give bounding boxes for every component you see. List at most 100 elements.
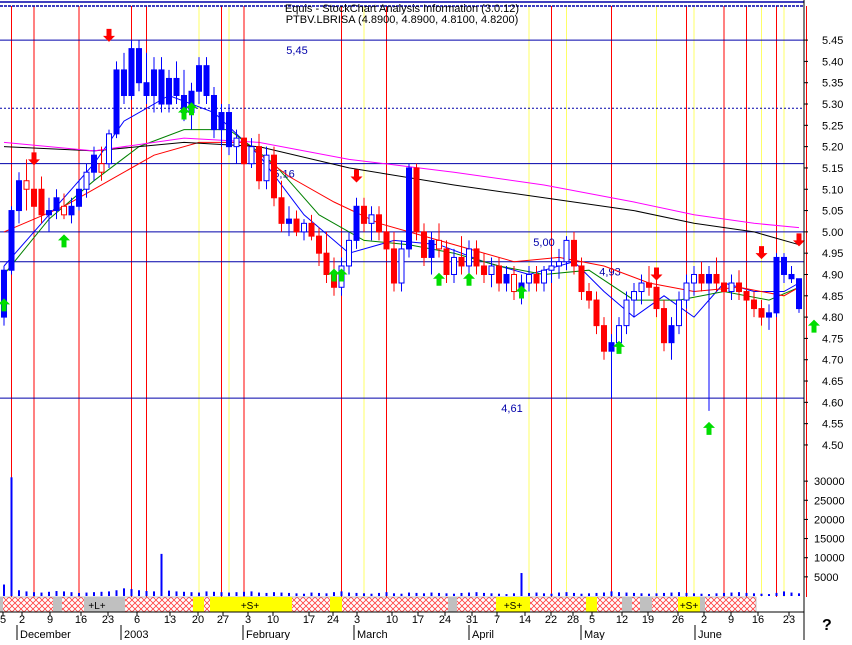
price-tick-label: 5.25 (822, 120, 843, 132)
candle-body (511, 273, 517, 293)
signal-band-gray (448, 597, 457, 612)
candle-body (721, 282, 727, 293)
candle-body (443, 248, 450, 275)
candle-body (451, 256, 457, 275)
candle-body (196, 65, 202, 92)
candle-body (128, 48, 135, 96)
candle-body (556, 261, 562, 267)
candle-body (38, 188, 45, 216)
date-tick-label: 22 (545, 614, 557, 626)
candle-body (248, 146, 255, 165)
candle-body (46, 210, 52, 216)
date-tick-label: 10 (386, 614, 398, 626)
help-button[interactable]: ? (822, 617, 832, 635)
chart-subtitle: PTBV.LBRISA (4.8900, 4.8900, 4.8100, 4.8… (285, 14, 519, 26)
candle-body (233, 137, 240, 148)
signal-band-gray (53, 597, 62, 612)
candle-body (601, 325, 607, 352)
candle-body (226, 112, 232, 148)
candle-body (173, 77, 180, 96)
candle-body (691, 273, 697, 284)
price-tick-label: 4.95 (822, 248, 843, 260)
date-tick-label: 16 (752, 614, 764, 626)
candle-body (293, 218, 300, 233)
candle-body (728, 282, 735, 293)
signal-band-gray (622, 597, 632, 612)
candle-body (586, 291, 592, 301)
candle-body (98, 163, 105, 173)
candle-body (758, 308, 765, 318)
date-tick-label: 24 (327, 614, 339, 626)
date-tick-label: 28 (567, 614, 579, 626)
price-tick-label: 4.80 (822, 312, 843, 324)
price-tick-label: 4.55 (822, 419, 843, 431)
candle-body (623, 299, 630, 327)
price-tick-label: 5.05 (822, 206, 843, 218)
candle-body (526, 273, 532, 284)
month-label: April (472, 629, 494, 640)
candle-body (616, 325, 622, 344)
date-tick-label: 31 (466, 614, 478, 626)
candle-body (788, 273, 795, 280)
signal-band-yellow (193, 597, 204, 612)
candle-body (308, 222, 315, 237)
candle-body (436, 239, 442, 250)
signal-band-gray (120, 597, 125, 612)
candle-body (668, 325, 675, 344)
candle-body (106, 133, 112, 165)
date-tick-label: 3 (245, 614, 251, 626)
candle-body (541, 269, 547, 284)
candle-body (781, 256, 787, 275)
candle-body (353, 205, 360, 241)
candle-body (166, 77, 172, 105)
level-label: 4,61 (501, 403, 522, 415)
date-tick-label: 3 (354, 614, 360, 626)
volume-tick-label: 15000 (814, 534, 845, 546)
date-tick-label: 16 (75, 614, 87, 626)
candle-body (653, 286, 660, 310)
candle-body (751, 299, 757, 310)
candle-body (488, 265, 495, 275)
candle-body (113, 69, 120, 135)
chart-canvas: 5,455,165,004,934,615.455.405.355.305.25… (0, 0, 852, 641)
candle-body (736, 282, 742, 293)
candle-body (361, 205, 367, 224)
candle-body (503, 273, 510, 284)
date-tick-label: 23 (102, 614, 114, 626)
price-tick-label: 4.85 (822, 291, 843, 303)
candle-body (323, 252, 330, 275)
candle-body (481, 265, 487, 275)
price-tick-label: 5.30 (822, 99, 843, 111)
date-tick-label: 24 (439, 614, 451, 626)
candle-body (263, 154, 270, 182)
price-tick-label: 4.90 (822, 269, 843, 281)
candle-body (218, 112, 225, 131)
signal-band-gray (640, 597, 652, 612)
candle-body (398, 248, 405, 284)
month-label: June (698, 629, 722, 640)
date-tick-label: 5 (0, 614, 6, 626)
candle-body (121, 69, 127, 96)
signal-band-label: +S+ (504, 601, 523, 612)
date-tick-label: 12 (616, 614, 628, 626)
level-label: 5,00 (533, 237, 554, 249)
candle-body (383, 231, 390, 250)
price-tick-label: 5.10 (822, 184, 843, 196)
candle-body (533, 273, 540, 284)
candle-body (646, 282, 652, 288)
month-label: March (357, 629, 388, 640)
candle-body (241, 137, 247, 165)
date-tick-label: 17 (412, 614, 424, 626)
month-label: February (246, 629, 291, 640)
price-tick-label: 5.40 (822, 56, 843, 68)
candle-body (31, 188, 37, 207)
month-label: 2003 (124, 629, 148, 640)
date-tick-label: 2 (701, 614, 707, 626)
candle-body (548, 265, 555, 271)
candle-body (211, 94, 217, 131)
candle-body (698, 273, 705, 284)
candle-body (8, 210, 15, 271)
volume-tick-label: 20000 (814, 514, 845, 526)
candle-body (406, 167, 412, 250)
candle-body (91, 154, 97, 173)
